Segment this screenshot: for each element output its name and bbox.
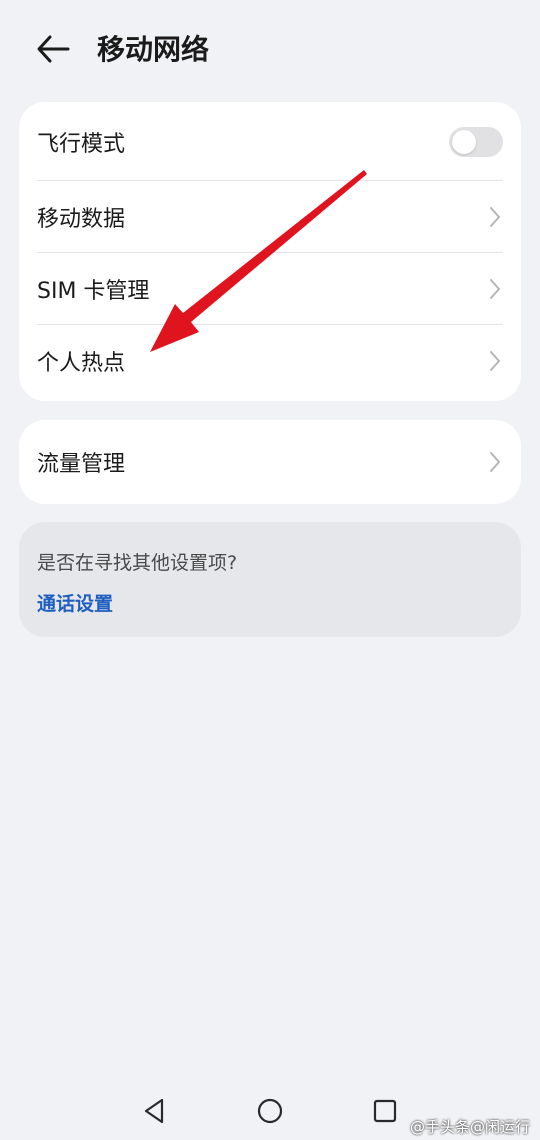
sim-management-label: SIM 卡管理 [37,279,150,304]
circle-home-icon [257,1098,283,1124]
suggestion-card: 是否在寻找其他设置项? 通话设置 [19,522,521,637]
personal-hotspot-row[interactable]: 个人热点 [19,325,521,397]
back-button[interactable] [30,28,76,74]
airplane-mode-toggle[interactable] [449,126,503,157]
header: 移动网络 [0,0,540,100]
mobile-data-row[interactable]: 移动数据 [19,181,521,253]
watermark: @手头条@闲运行 [409,1118,530,1136]
triangle-back-icon [144,1098,164,1124]
suggestion-question: 是否在寻找其他设置项? [37,552,238,574]
toggle-knob [452,129,476,154]
data-usage-label: 流量管理 [37,452,126,477]
mobile-data-label: 移动数据 [37,207,126,232]
data-usage-card: 流量管理 [19,420,521,504]
network-settings-card: 飞行模式 移动数据 SIM 卡管理 个人热点 [19,102,521,401]
nav-home-button[interactable] [255,1096,285,1126]
airplane-mode-row: 飞行模式 [19,102,521,181]
call-settings-link[interactable]: 通话设置 [37,589,113,616]
chevron-right-icon [490,452,500,472]
airplane-mode-label: 飞行模式 [37,131,126,157]
nav-recents-button[interactable] [370,1096,400,1126]
chevron-right-icon [490,351,500,371]
chevron-right-icon [490,207,500,227]
sim-management-row[interactable]: SIM 卡管理 [19,253,521,325]
square-recents-icon [373,1099,397,1123]
personal-hotspot-label: 个人热点 [37,351,126,376]
data-usage-row[interactable]: 流量管理 [19,420,521,504]
chevron-right-icon [490,279,500,299]
page-title: 移动网络 [97,33,210,66]
arrow-left-icon [37,35,70,63]
nav-back-button[interactable] [140,1096,170,1126]
